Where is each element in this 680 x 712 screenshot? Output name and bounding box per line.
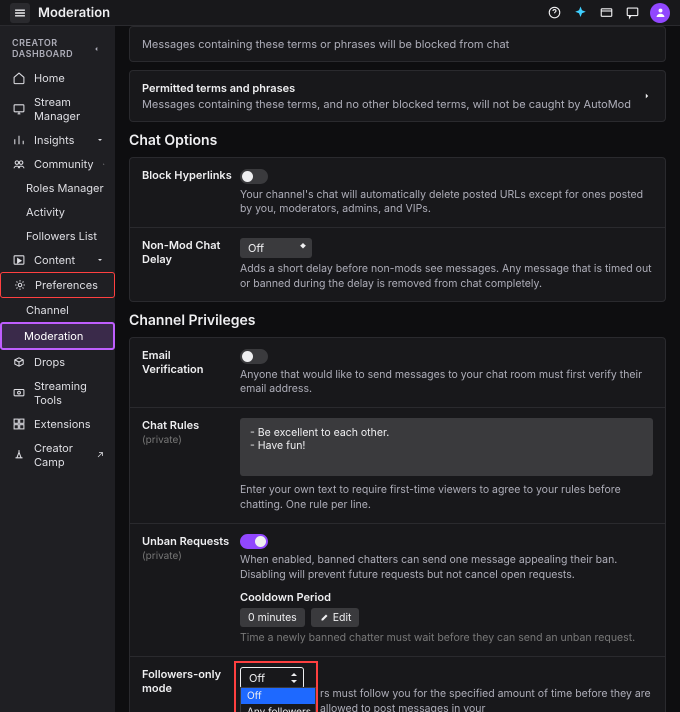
sidebar-sub-followers[interactable]: Followers List [0,224,115,248]
sidebar-sub-channel[interactable]: Channel [0,298,115,322]
content-icon [12,253,26,267]
insights-icon [12,133,26,147]
sidebar-sub-activity[interactable]: Activity [0,200,115,224]
chat-rules-textarea[interactable] [240,418,653,476]
sidebar-item-insights[interactable]: Insights [0,128,115,152]
chat-delay-select[interactable]: Off [240,238,312,258]
hamburger-icon [13,6,27,20]
sidebar-item-drops[interactable]: Drops [0,350,115,374]
chevron-right-icon [641,90,653,102]
sidebar-heading: CREATOR DASHBOARD [12,38,91,60]
sidebar-item-content[interactable]: Content [0,248,115,272]
followers-only-row: Followers-only mode Off Off Any follower… [130,657,665,712]
chat-rules-row: Chat Rules (private) Enter your own text… [130,408,665,523]
unban-requests-row: Unban Requests (private) When enabled, b… [130,524,665,658]
sidebar-item-stream-manager[interactable]: Stream Manager [0,90,115,128]
extensions-icon [12,417,26,431]
camp-icon [12,448,26,462]
collapse-icon[interactable] [91,42,105,56]
sidebar-sub-roles[interactable]: Roles Manager [0,176,115,200]
gear-icon [13,278,27,292]
block-hyperlinks-row: Block Hyperlinks Your channel's chat wil… [130,158,665,228]
sidebar-item-extensions[interactable]: Extensions [0,412,115,436]
sidebar-item-home[interactable]: Home [0,66,115,90]
chat-options-heading: Chat Options [129,132,666,149]
sidebar-sub-moderation[interactable]: Moderation [2,324,113,348]
sidebar-item-preferences[interactable]: Preferences [1,273,114,297]
pencil-icon [319,613,329,623]
chat-delay-row: Non-Mod Chat Delay Off Adds a short dela… [130,228,665,301]
page-title: Moderation [38,5,110,21]
stream-icon [12,102,26,116]
email-verification-row: Email Verification Anyone that would lik… [130,338,665,408]
inbox-icon[interactable] [598,5,614,21]
followers-only-dropdown: Off Any followers 10 Minutes 30 Minutes … [240,687,316,712]
block-hyperlinks-toggle[interactable] [240,169,268,184]
external-icon [95,450,105,460]
whats-new-icon[interactable] [572,5,588,21]
user-avatar[interactable] [650,3,670,23]
cooldown-value: 0 minutes [240,608,305,627]
community-icon [12,157,26,171]
chevron-down-icon [95,135,105,145]
tools-icon [12,386,26,400]
unban-requests-toggle[interactable] [240,534,268,549]
sidebar-item-creator-camp[interactable]: Creator Camp [0,436,115,474]
drops-icon [12,355,26,369]
help-icon[interactable] [546,5,562,21]
home-icon [12,71,26,85]
blocked-terms-card-partial: Messages containing these terms or phras… [129,26,666,62]
menu-button[interactable] [10,3,30,23]
followers-only-option[interactable]: Off [241,688,315,704]
permitted-terms-card[interactable]: Permitted terms and phrases Messages con… [129,70,666,122]
chevron-down-icon [95,255,105,265]
sidebar-item-streaming-tools[interactable]: Streaming Tools [0,374,115,412]
followers-only-select[interactable]: Off [240,667,304,689]
email-verification-toggle[interactable] [240,349,268,364]
chevron-up-icon [102,159,105,169]
channel-privileges-heading: Channel Privileges [129,312,666,329]
cooldown-edit-button[interactable]: Edit [311,608,360,627]
sidebar: CREATOR DASHBOARD Home Stream Manager In… [0,26,115,712]
chat-icon[interactable] [624,5,640,21]
followers-only-option[interactable]: Any followers [241,704,315,712]
sidebar-item-community[interactable]: Community [0,152,115,176]
